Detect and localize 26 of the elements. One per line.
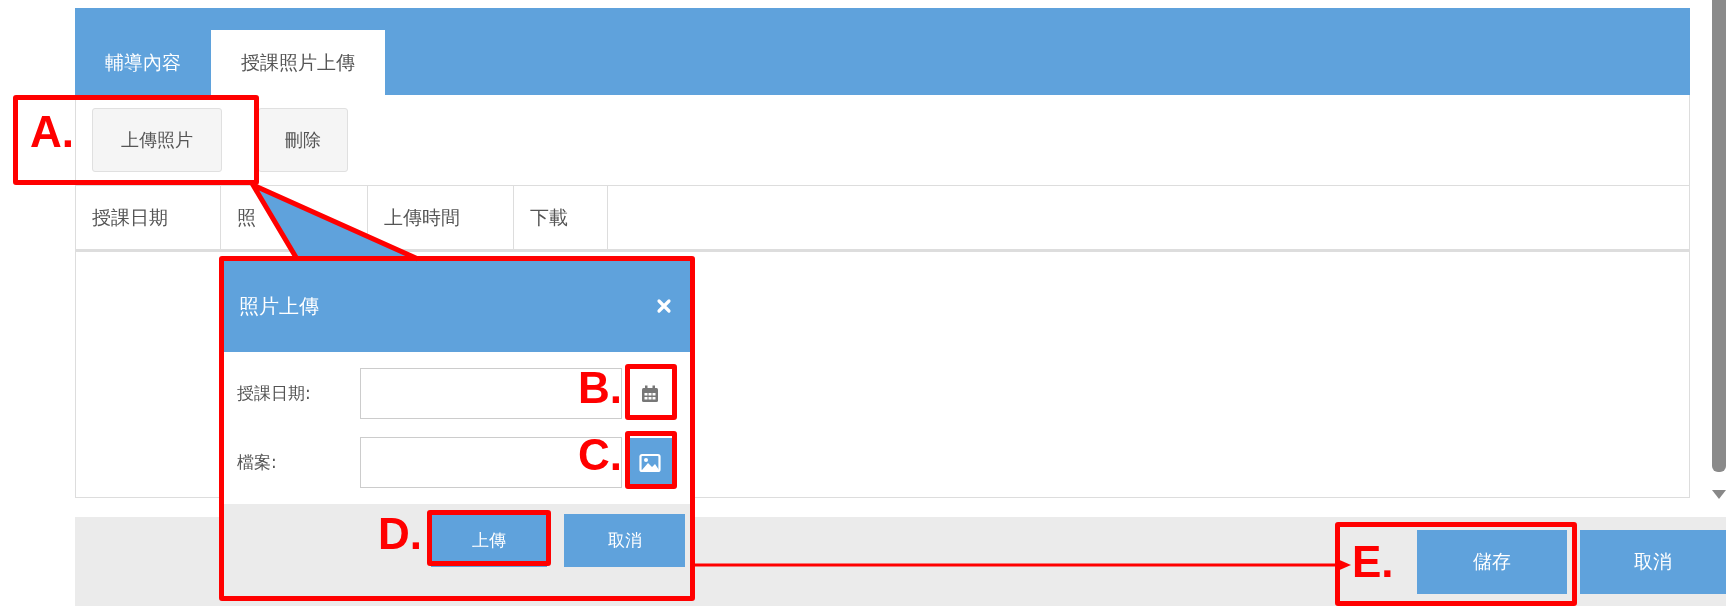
image-icon	[639, 452, 661, 473]
field-label: 授課日期:	[237, 382, 312, 405]
annotation-frame	[625, 364, 677, 420]
annotation-label: D.	[378, 512, 422, 556]
dialog-title: 照片上傳	[239, 292, 319, 320]
scroll-down-icon[interactable]	[1712, 490, 1726, 500]
annotation-label: C.	[578, 433, 622, 477]
tab[interactable]: 輔導內容	[75, 30, 211, 95]
close-icon[interactable]	[656, 298, 672, 314]
annotation-label: B.	[578, 366, 622, 410]
date-field[interactable]	[360, 368, 622, 419]
cancel-button[interactable]: 取消	[1580, 529, 1726, 594]
calendar-icon	[640, 383, 660, 404]
tab[interactable]: 授課照片上傳	[211, 30, 385, 95]
upload-photo-button[interactable]: 上傳照片	[92, 108, 222, 172]
save-button[interactable]: 儲存	[1417, 529, 1567, 594]
field-label: 檔案:	[237, 451, 278, 474]
file-field[interactable]	[360, 437, 622, 488]
annotation-frame	[625, 431, 677, 489]
column-header: 授課日期	[76, 186, 221, 249]
annotation-label: A.	[30, 110, 74, 154]
delete-button[interactable]: 刪除	[258, 108, 348, 172]
cancel-button[interactable]: 取消	[564, 514, 685, 567]
annotation-label: E.	[1352, 540, 1394, 584]
scrollbar[interactable]	[1712, 0, 1726, 472]
column-header: 下載	[514, 186, 608, 249]
